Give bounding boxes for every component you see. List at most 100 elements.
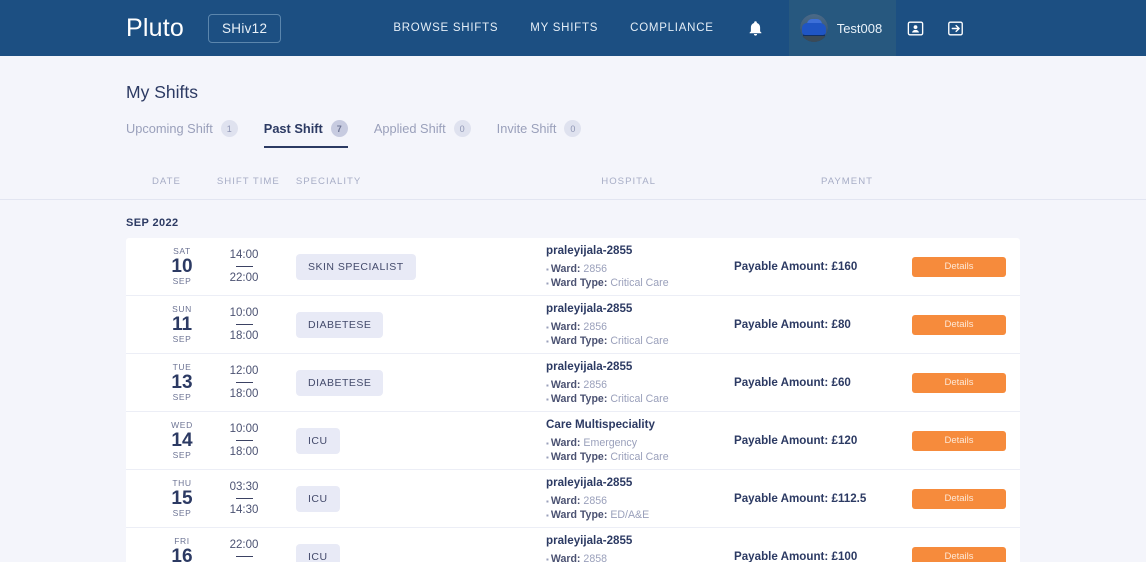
shift-time: 10:00 18:00 xyxy=(216,422,272,460)
ward-type-value: Critical Care xyxy=(610,450,669,463)
table-row[interactable]: WED 14 SEP 10:00 18:00 ICU Care Multispe… xyxy=(126,412,1020,470)
shift-day-of-week: WED xyxy=(171,419,193,430)
shift-day-number: 16 xyxy=(171,545,193,562)
nav-link-browse-shifts[interactable]: BROWSE SHIFTS xyxy=(393,22,498,34)
table-row[interactable]: TUE 13 SEP 12:00 18:00 DIABETESE praleyi… xyxy=(126,354,1020,412)
shift-month: SEP xyxy=(172,334,192,345)
details-button[interactable]: Details xyxy=(912,256,1006,277)
page-body: My Shifts Upcoming Shift 1 Past Shift 7 … xyxy=(0,82,1146,562)
shift-hospital: praleyijala-2855 ▪ Ward: 2856 ▪ Ward Type:… xyxy=(546,301,736,348)
shift-start-time: 10:00 xyxy=(229,306,259,319)
payable-amount: £100 xyxy=(831,550,858,562)
shift-speciality: ICU xyxy=(296,485,340,512)
shift-hospital: praleyijala-2855 ▪ Ward: 2856 ▪ Ward Type:… xyxy=(546,243,736,290)
shift-start-time: 12:00 xyxy=(229,364,259,377)
payable-label: Payable Amount: xyxy=(734,434,832,447)
ward-type-value: ED/A&E xyxy=(610,508,650,521)
table-column-headers: DATE SHIFT TIME SPECIALITY HOSPITAL PAYM… xyxy=(0,174,1146,200)
contact-card-button[interactable] xyxy=(896,0,936,56)
ward-line: ▪ Ward: 2856 xyxy=(546,262,607,275)
shift-time: 22:00 06:00 xyxy=(216,538,272,562)
tab-applied-shift[interactable]: Applied Shift 0 xyxy=(374,120,471,148)
tab-invite-shift[interactable]: Invite Shift 0 xyxy=(497,120,582,148)
speciality-tag: DIABETESE xyxy=(296,369,384,396)
profile-menu[interactable]: Test008 xyxy=(788,0,896,56)
ward-type-line: ▪ Ward Type: Critical Care xyxy=(546,334,669,347)
details-button[interactable]: Details xyxy=(912,430,1006,451)
table-row[interactable]: SAT 10 SEP 14:00 22:00 SKIN SPECIALIST p… xyxy=(126,238,1020,296)
tab-count: 7 xyxy=(330,120,348,137)
shift-day-number: 11 xyxy=(171,313,193,335)
column-header-date: DATE xyxy=(152,176,181,187)
column-header-payment: PAYMENT xyxy=(821,176,873,187)
logout-icon xyxy=(948,20,964,36)
shift-day-number: 15 xyxy=(171,487,193,509)
ward-type-label: Ward Type: xyxy=(550,392,608,405)
hospital-name: Care Multispeciality xyxy=(546,418,655,432)
ward-label: Ward: xyxy=(550,262,581,275)
ward-type-value: Critical Care xyxy=(610,392,669,405)
time-separator-dash xyxy=(235,498,253,499)
column-header-speciality: SPECIALITY xyxy=(295,176,362,187)
tab-past-shift[interactable]: Past Shift 7 xyxy=(263,120,348,148)
ward-label: Ward: xyxy=(550,320,581,333)
details-button[interactable]: Details xyxy=(912,372,1006,393)
tab-upcoming-shift[interactable]: Upcoming Shift 1 xyxy=(126,120,238,148)
avatar xyxy=(799,14,828,42)
details-button[interactable]: Details xyxy=(912,314,1006,335)
time-separator-dash xyxy=(235,266,253,267)
payable-label: Payable Amount: xyxy=(734,260,832,273)
ward-type-line: ▪ Ward Type: Critical Care xyxy=(546,276,669,289)
shift-date: THU 15 SEP xyxy=(148,478,216,519)
hospital-name: praleyijala-2855 xyxy=(546,360,633,374)
column-header-shift-time: SHIFT TIME xyxy=(216,176,280,187)
details-button[interactable]: Details xyxy=(912,546,1006,562)
nav-link-compliance[interactable]: COMPLIANCE xyxy=(630,22,714,34)
ward-line: ▪ Ward: 2856 xyxy=(546,494,607,507)
contact-card-icon xyxy=(907,20,924,36)
ward-label: Ward: xyxy=(550,494,581,507)
ward-value: 2856 xyxy=(583,320,607,333)
shift-speciality: ICU xyxy=(296,543,340,562)
notifications-button[interactable]: 2 xyxy=(747,0,773,56)
table-row[interactable]: SUN 11 SEP 10:00 18:00 DIABETESE praleyi… xyxy=(126,296,1020,354)
ward-type-value: Critical Care xyxy=(610,334,669,347)
ward-type-line: ▪ Ward Type: Critical Care xyxy=(546,450,669,463)
shift-time: 10:00 18:00 xyxy=(216,306,272,344)
nav-link-my-shifts[interactable]: MY SHIFTS xyxy=(530,22,598,34)
shift-end-time: 22:00 xyxy=(229,272,259,284)
shift-day-of-week: SAT xyxy=(173,245,191,256)
shift-end-time: 18:00 xyxy=(229,388,259,400)
top-navigation-bar: Pluto SHiv12 BROWSE SHIFTS MY SHIFTS COM… xyxy=(0,0,1146,56)
ward-line: ▪ Ward: 2856 xyxy=(546,320,607,333)
shift-month: SEP xyxy=(172,450,192,461)
ward-type-label: Ward Type: xyxy=(550,450,608,463)
brand-logo[interactable]: Pluto xyxy=(126,0,184,56)
shift-payment: Payable Amount: £100 xyxy=(734,550,857,562)
page-title: My Shifts xyxy=(126,82,198,102)
ward-value: Emergency xyxy=(583,436,638,449)
shift-payment: Payable Amount: £80 xyxy=(734,318,851,331)
main-nav-links: BROWSE SHIFTS MY SHIFTS COMPLIANCE xyxy=(393,0,713,56)
site-chip[interactable]: SHiv12 xyxy=(207,13,282,43)
column-header-hospital: HOSPITAL xyxy=(601,176,657,187)
shift-day-of-week: SUN xyxy=(172,303,192,314)
payable-amount: £80 xyxy=(831,318,851,331)
details-button[interactable]: Details xyxy=(912,488,1006,509)
table-row[interactable]: THU 15 SEP 03:30 14:30 ICU praleyijala-2… xyxy=(126,470,1020,528)
shift-end-time: 18:00 xyxy=(229,330,259,342)
shift-time: 14:00 22:00 xyxy=(216,248,272,286)
shift-hospital: praleyijala-2855 ▪Ward: 2858 ▪Ward Type:… xyxy=(546,533,736,562)
tab-label: Applied Shift xyxy=(373,121,446,136)
speciality-tag: ICU xyxy=(296,543,340,562)
ward-label: Ward: xyxy=(550,378,581,391)
ward-value: 2856 xyxy=(583,494,607,507)
speciality-tag: ICU xyxy=(296,485,340,512)
month-group-label: SEP 2022 xyxy=(126,217,179,229)
ward-line: ▪ Ward: Emergency xyxy=(546,436,638,449)
shift-start-time: 03:30 xyxy=(229,480,259,493)
logout-button[interactable] xyxy=(936,0,976,56)
shift-time: 03:30 14:30 xyxy=(216,480,272,518)
table-row[interactable]: FRI 16 SEP 22:00 06:00 ICU praleyijala-2… xyxy=(126,528,1020,562)
shift-start-time: 14:00 xyxy=(229,248,259,261)
